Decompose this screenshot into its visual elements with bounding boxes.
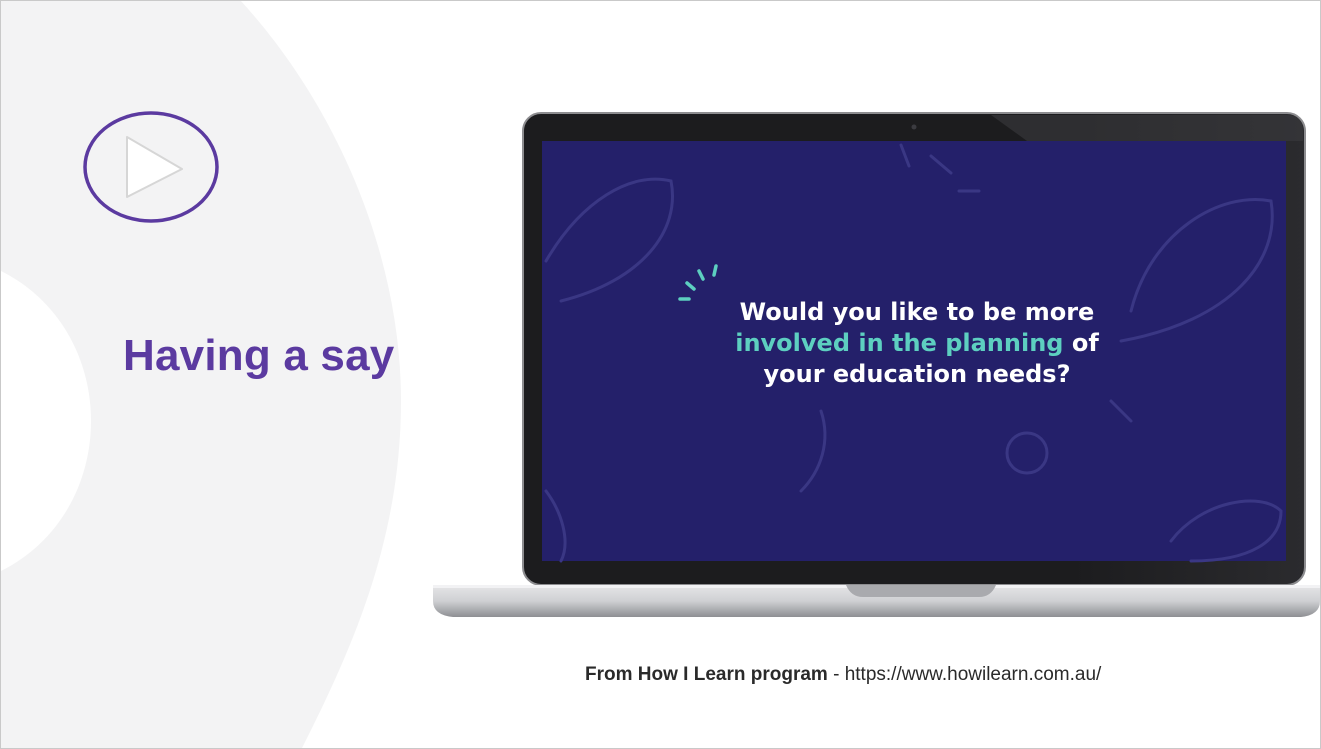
question-line-2-rest: of <box>1063 329 1099 357</box>
source-url[interactable]: https://www.howilearn.com.au/ <box>845 664 1102 685</box>
question-highlight: involved in the planning <box>735 329 1064 357</box>
source-caption: From How I Learn program - https://www.h… <box>585 664 1101 686</box>
video-question: Would you like to be more involved in th… <box>677 297 1157 390</box>
caption-separator: - <box>827 664 845 685</box>
play-icon <box>83 111 219 223</box>
question-line-2: involved in the planning of <box>677 328 1157 359</box>
source-label: From How I Learn program <box>585 664 828 685</box>
slide: Having a say Would you like to be more i… <box>0 0 1321 749</box>
slide-title: Having a say <box>123 331 395 380</box>
question-line-1: Would you like to be more <box>739 298 1095 326</box>
question-line-3: your education needs? <box>763 360 1071 388</box>
play-button[interactable] <box>83 111 219 223</box>
